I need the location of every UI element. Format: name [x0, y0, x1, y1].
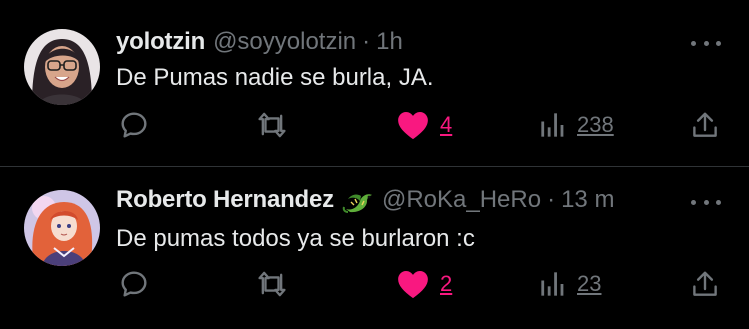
- views-chart-icon: [541, 272, 564, 296]
- tweet-header: yolotzin @soyyolotzin · 1h: [116, 27, 403, 57]
- views-count[interactable]: 238: [577, 112, 614, 138]
- avatar[interactable]: [24, 29, 100, 105]
- reply-icon: [121, 271, 147, 297]
- separator-dot: ·: [547, 186, 556, 213]
- dragon-emoji-icon: [342, 185, 376, 215]
- views-button[interactable]: 23: [539, 264, 601, 304]
- tweet-header: Roberto Hernandez @RoKa_HeRo · 13 m: [116, 185, 614, 215]
- like-button[interactable]: 2: [396, 264, 452, 304]
- heart-icon: [398, 270, 428, 299]
- display-name[interactable]: Roberto Hernandez: [116, 186, 334, 214]
- retweet-button[interactable]: [255, 105, 289, 145]
- reply-button[interactable]: [118, 264, 150, 304]
- tweet-text: De pumas todos ya se burlaron :c: [116, 225, 475, 252]
- like-count[interactable]: 2: [440, 271, 452, 297]
- action-bar: 4 238: [0, 105, 749, 145]
- like-count[interactable]: 4: [440, 112, 452, 138]
- share-button[interactable]: [690, 105, 720, 145]
- tweet-text: De Pumas nadie se burla, JA.: [116, 64, 434, 91]
- tweet[interactable]: Roberto Hernandez @RoKa_HeRo · 13 m De p…: [0, 167, 749, 329]
- more-options-icon[interactable]: [691, 197, 721, 207]
- more-options-icon[interactable]: [691, 38, 721, 48]
- user-handle[interactable]: @soyyolotzin: [213, 28, 356, 56]
- reply-icon: [121, 112, 147, 138]
- timestamp[interactable]: 13 m: [561, 186, 614, 214]
- separator-dot: ·: [362, 28, 371, 55]
- share-icon: [693, 271, 717, 296]
- views-chart-icon: [541, 113, 564, 137]
- user-handle[interactable]: @RoKa_HeRo: [382, 186, 541, 214]
- share-button[interactable]: [690, 264, 720, 304]
- views-button[interactable]: 238: [539, 105, 614, 145]
- retweet-icon: [258, 112, 286, 138]
- like-button[interactable]: 4: [396, 105, 452, 145]
- tweet[interactable]: yolotzin @soyyolotzin · 1h De Pumas nadi…: [0, 0, 749, 166]
- reply-button[interactable]: [118, 105, 150, 145]
- retweet-button[interactable]: [255, 264, 289, 304]
- share-icon: [693, 112, 717, 137]
- display-name[interactable]: yolotzin: [116, 28, 205, 56]
- action-bar: 2 23: [0, 264, 749, 304]
- timestamp[interactable]: 1h: [376, 28, 403, 56]
- views-count[interactable]: 23: [577, 271, 601, 297]
- avatar[interactable]: [24, 190, 100, 266]
- retweet-icon: [258, 271, 286, 297]
- heart-icon: [398, 111, 428, 140]
